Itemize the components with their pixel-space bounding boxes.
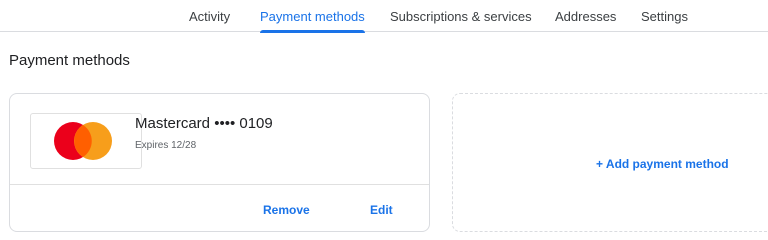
mastercard-logo-icon (54, 122, 112, 160)
card-expiry: Expires 12/28 (135, 140, 197, 151)
top-tab-nav: Activity Payment methods Subscriptions &… (0, 0, 768, 33)
add-payment-method-button[interactable]: + Add payment method (452, 93, 768, 232)
page-title: Payment methods (9, 52, 130, 69)
edit-button[interactable]: Edit (370, 203, 393, 217)
tab-payment-methods[interactable]: Payment methods (260, 9, 365, 33)
tab-settings[interactable]: Settings (641, 9, 688, 31)
payments-page: Activity Payment methods Subscriptions &… (0, 0, 768, 236)
tab-activity[interactable]: Activity (189, 9, 230, 31)
tab-payment-methods-label: Payment methods (260, 9, 365, 24)
tab-addresses[interactable]: Addresses (555, 9, 616, 31)
active-tab-indicator (260, 30, 365, 33)
card-name: Mastercard •••• 0109 (135, 115, 273, 132)
payment-card: Mastercard •••• 0109 Expires 12/28 Remov… (9, 93, 430, 232)
add-payment-method-label: + Add payment method (596, 157, 729, 171)
remove-button[interactable]: Remove (263, 203, 310, 217)
mastercard-logo (30, 113, 142, 169)
card-divider (10, 184, 429, 185)
tab-subscriptions-services[interactable]: Subscriptions & services (390, 9, 532, 31)
